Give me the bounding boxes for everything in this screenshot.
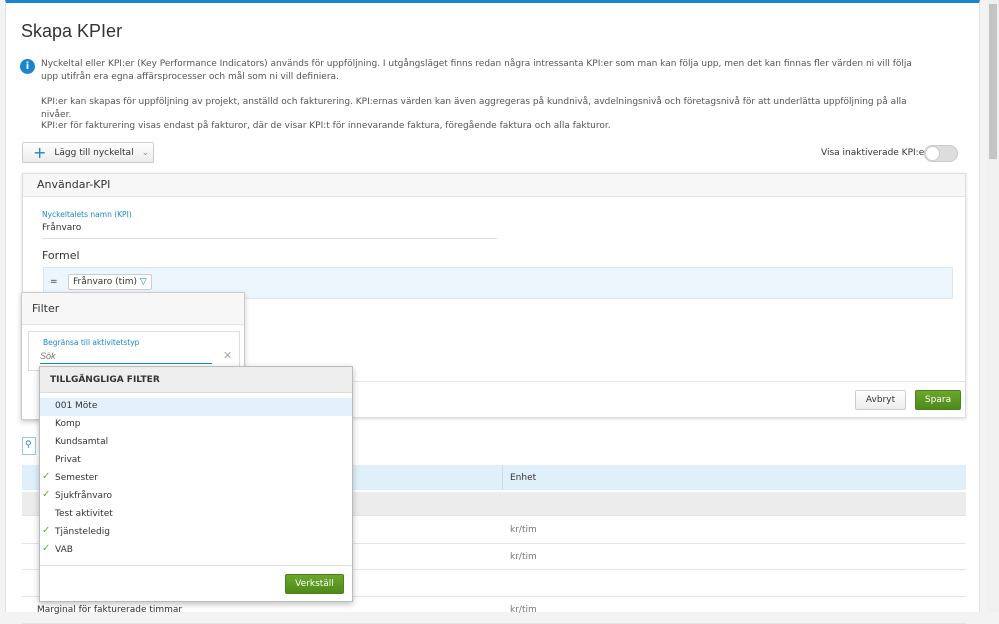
save-button[interactable]: Spara: [915, 390, 961, 410]
formula-heading: Formel: [42, 249, 80, 262]
filter-item-label: Test aktivitet: [55, 509, 113, 519]
page-title: Skapa KPIer: [21, 21, 123, 41]
apply-button[interactable]: Verkställ: [285, 574, 344, 594]
chevron-down-icon: ⌄: [141, 147, 150, 158]
add-kpi-button[interactable]: + Lägg till nyckeltal ⌄: [22, 142, 154, 163]
add-kpi-label: Lägg till nyckeltal: [54, 147, 134, 158]
plus-icon: +: [33, 143, 47, 162]
filter-item-label: VAB: [55, 545, 73, 555]
check-icon: ✓: [42, 471, 51, 482]
scrollbar[interactable]: [987, 0, 999, 612]
filter-list-header: TILLGÄNGLIGA FILTER: [40, 367, 352, 393]
filter-item-label: Privat: [55, 455, 81, 465]
check-icon: ✓: [42, 525, 51, 536]
filter-item-label: Semester: [55, 473, 99, 483]
row-name: Marginal för fakturerade timmar: [37, 605, 183, 615]
filter-item-label: Kundsamtal: [55, 437, 109, 447]
chip-label: Frånvaro (tim): [73, 277, 137, 287]
info-text-3: KPI:er för fakturering visas endast på f…: [41, 121, 611, 131]
filter-item-label: Komp: [55, 419, 81, 429]
filter-item[interactable]: ✓ Semester: [40, 470, 352, 488]
filter-dropdown: TILLGÄNGLIGA FILTER 001 Möte Komp Kundsamt…: [39, 366, 353, 602]
filter-item[interactable]: ✓ Sjukfrånvaro: [40, 488, 352, 506]
filter-item-label: 001 Möte: [55, 401, 98, 411]
equals-sign: =: [50, 277, 58, 287]
info-icon: i: [20, 59, 35, 74]
info-text-1: Nyckeltal eller KPI:er (Key Performance …: [41, 59, 912, 82]
filter-item[interactable]: Test aktivitet: [40, 506, 352, 524]
row-unit: kr/tim: [510, 605, 537, 615]
kpi-name-input[interactable]: Frånvaro: [42, 223, 497, 239]
filter-item[interactable]: 001 Möte: [40, 398, 352, 416]
formula-chip[interactable]: Frånvaro (tim) ▽: [68, 274, 152, 290]
filter-search-input[interactable]: [40, 349, 212, 364]
filter-item[interactable]: ✓ VAB: [40, 542, 352, 560]
check-icon: ✓: [42, 543, 51, 554]
check-icon: ✓: [42, 489, 51, 500]
column-unit[interactable]: Enhet: [510, 473, 536, 483]
show-inactive-toggle[interactable]: [924, 145, 958, 162]
row-unit: kr/tim: [510, 552, 537, 562]
row-unit: kr/tim: [510, 525, 537, 535]
kpi-name-label: Nyckeltalets namn (KPI): [42, 210, 132, 219]
toggle-label: Visa inaktiverade KPI:er: [821, 148, 928, 158]
filter-item[interactable]: Privat: [40, 452, 352, 470]
card-title: Användar-KPI: [23, 174, 965, 197]
filter-item[interactable]: Kundsamtal: [40, 434, 352, 452]
search-icon[interactable]: ⚲: [22, 437, 36, 455]
filter-field-label: Begränsa till aktivitetstyp: [43, 338, 140, 347]
filter-item-label: Sjukfrånvaro: [55, 491, 113, 501]
filter-title: Filter: [22, 293, 244, 325]
filter-item[interactable]: ✓ Tjänsteledig: [40, 524, 352, 542]
scrollbar-thumb[interactable]: [989, 4, 997, 159]
info-text-2: KPI:er kan skapas för uppföljning av pro…: [41, 97, 907, 120]
filter-icon[interactable]: ▽: [140, 277, 147, 287]
cancel-button[interactable]: Avbryt: [855, 390, 906, 410]
filter-item-label: Tjänsteledig: [55, 527, 110, 537]
clear-icon[interactable]: ✕: [223, 349, 232, 362]
filter-item[interactable]: Komp: [40, 416, 352, 434]
